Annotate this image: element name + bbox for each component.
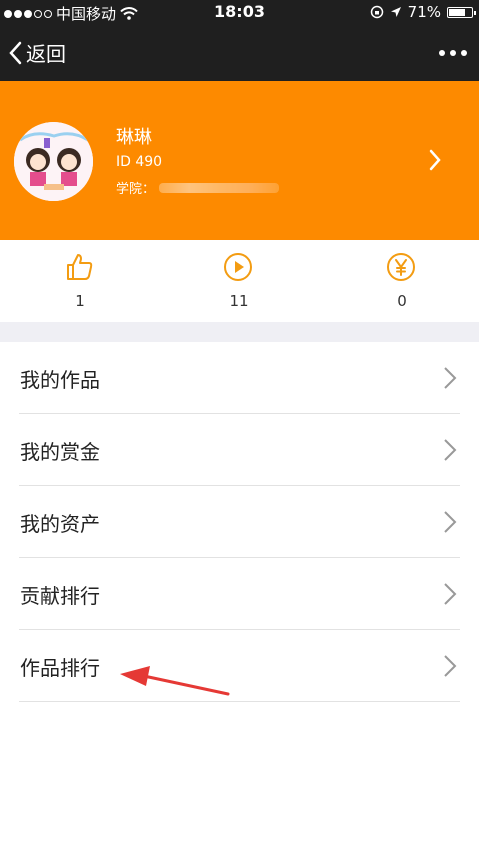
play-icon bbox=[224, 253, 252, 281]
chevron-right-icon bbox=[444, 367, 457, 389]
college-label: 学院： bbox=[116, 182, 156, 197]
stat-reward[interactable]: 0 bbox=[322, 240, 479, 322]
menu-item-contribution-ranking[interactable]: 贡献排行 bbox=[0, 558, 479, 630]
menu-item-label: 我的赏金 bbox=[20, 440, 100, 464]
profile-name: 琳琳 bbox=[116, 127, 152, 148]
stats-row: 1 11 0 bbox=[0, 240, 479, 322]
menu-item-my-reward[interactable]: 我的赏金 bbox=[0, 414, 479, 486]
menu-item-my-assets[interactable]: 我的资产 bbox=[0, 486, 479, 558]
chevron-right-icon bbox=[444, 655, 457, 677]
thumbs-up-icon bbox=[67, 254, 93, 280]
section-divider bbox=[0, 322, 479, 342]
status-right: 71% bbox=[370, 3, 476, 21]
avatar-image bbox=[14, 122, 93, 201]
stat-likes[interactable]: 1 bbox=[0, 240, 160, 322]
menu-item-works-ranking[interactable]: 作品排行 bbox=[0, 630, 479, 702]
menu-item-label: 我的作品 bbox=[20, 368, 100, 392]
stat-plays[interactable]: 11 bbox=[159, 240, 319, 322]
chevron-right-icon bbox=[444, 583, 457, 605]
chevron-right-icon bbox=[444, 511, 457, 533]
chevron-left-icon bbox=[9, 41, 22, 64]
menu-list: 我的作品 我的赏金 我的资产 贡献排行 作品排行 bbox=[0, 342, 479, 702]
back-label: 返回 bbox=[26, 42, 66, 66]
reward-count: 0 bbox=[397, 292, 407, 310]
likes-count: 1 bbox=[75, 292, 85, 310]
chevron-right-icon bbox=[444, 439, 457, 461]
profile-id: ID 490 bbox=[116, 154, 163, 170]
divider bbox=[19, 701, 460, 702]
chevron-right-icon bbox=[429, 149, 441, 171]
college-redacted bbox=[159, 182, 280, 193]
profile-header[interactable]: 琳琳 ID 490 学院： bbox=[0, 81, 479, 240]
plays-count: 11 bbox=[229, 292, 249, 310]
location-icon bbox=[390, 7, 401, 17]
menu-item-label: 贡献排行 bbox=[20, 584, 100, 608]
status-bar: 中国移动 18:03 71% bbox=[0, 0, 479, 24]
annotation-arrow-icon bbox=[120, 666, 230, 696]
back-button[interactable]: 返回 bbox=[8, 38, 66, 67]
nav-bar: 返回 bbox=[0, 24, 479, 81]
battery-percent: 71% bbox=[407, 3, 441, 21]
battery-icon bbox=[447, 6, 476, 18]
profile-college: 学院： bbox=[116, 178, 280, 197]
rotation-lock-icon bbox=[370, 5, 383, 19]
yen-icon bbox=[387, 253, 415, 281]
menu-item-label: 我的资产 bbox=[20, 512, 100, 536]
more-dots-icon[interactable] bbox=[439, 50, 467, 56]
menu-item-my-works[interactable]: 我的作品 bbox=[0, 342, 479, 414]
menu-item-label: 作品排行 bbox=[20, 656, 100, 680]
avatar bbox=[14, 122, 93, 201]
